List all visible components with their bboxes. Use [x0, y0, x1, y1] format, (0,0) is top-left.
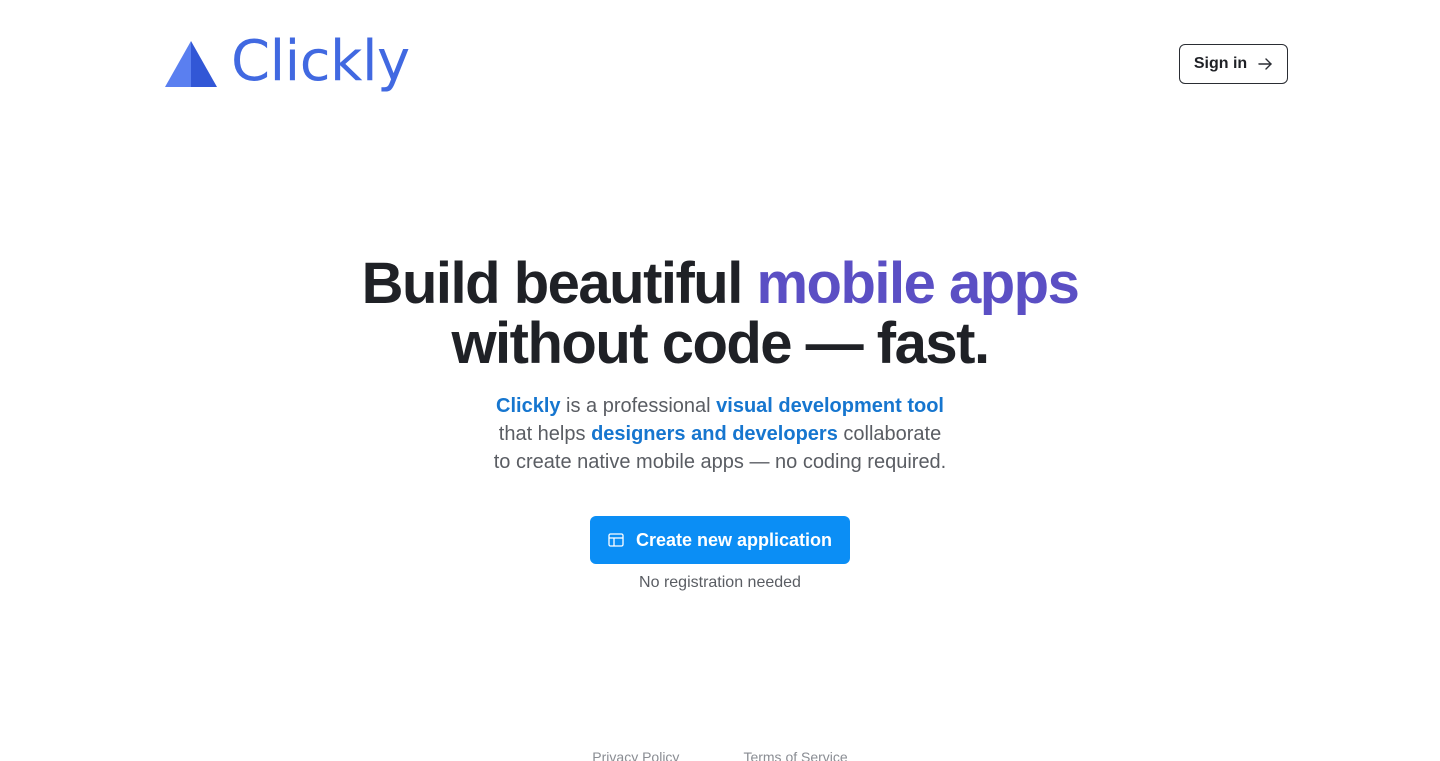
hero-title-accent: mobile apps: [756, 251, 1079, 316]
subtitle-text: to create native mobile apps — no coding…: [493, 451, 947, 473]
terms-of-service-link[interactable]: Terms of Service: [743, 748, 847, 761]
paper-plane-triangle-icon: [165, 41, 217, 87]
create-application-button[interactable]: Create new application: [590, 516, 850, 564]
hero-title-part1: Build beautiful: [361, 251, 757, 316]
subtitle-highlight-brand: Clickly: [496, 395, 561, 417]
privacy-policy-link[interactable]: Privacy Policy: [592, 748, 679, 761]
hero-title-line2: without code — fast.: [451, 311, 990, 376]
hero-title: Build beautiful mobile apps without code…: [0, 254, 1440, 374]
cta-note: No registration needed: [639, 574, 801, 591]
subtitle-text: collaborate: [837, 423, 942, 445]
footer-links: Privacy Policy Terms of Service: [0, 748, 1440, 761]
create-application-label: Create new application: [635, 529, 833, 550]
hero-subtitle: Clickly is a professional visual develop…: [0, 392, 1440, 476]
sign-in-label: Sign in: [1193, 55, 1248, 72]
subtitle-text: is a professional: [560, 395, 717, 417]
layout-icon: [608, 533, 624, 547]
landing-page: Clickly Sign in Build beautiful mobile a…: [0, 0, 1440, 761]
sign-in-button[interactable]: Sign in: [1179, 44, 1288, 84]
brand-name: Clickly: [231, 29, 410, 94]
subtitle-highlight-audience: designers and developers: [591, 423, 838, 445]
subtitle-highlight-tool: visual development tool: [716, 395, 944, 417]
arrow-right-icon: [1258, 58, 1272, 70]
subtitle-text: that helps: [498, 423, 592, 445]
brand-logo[interactable]: Clickly: [165, 32, 410, 92]
